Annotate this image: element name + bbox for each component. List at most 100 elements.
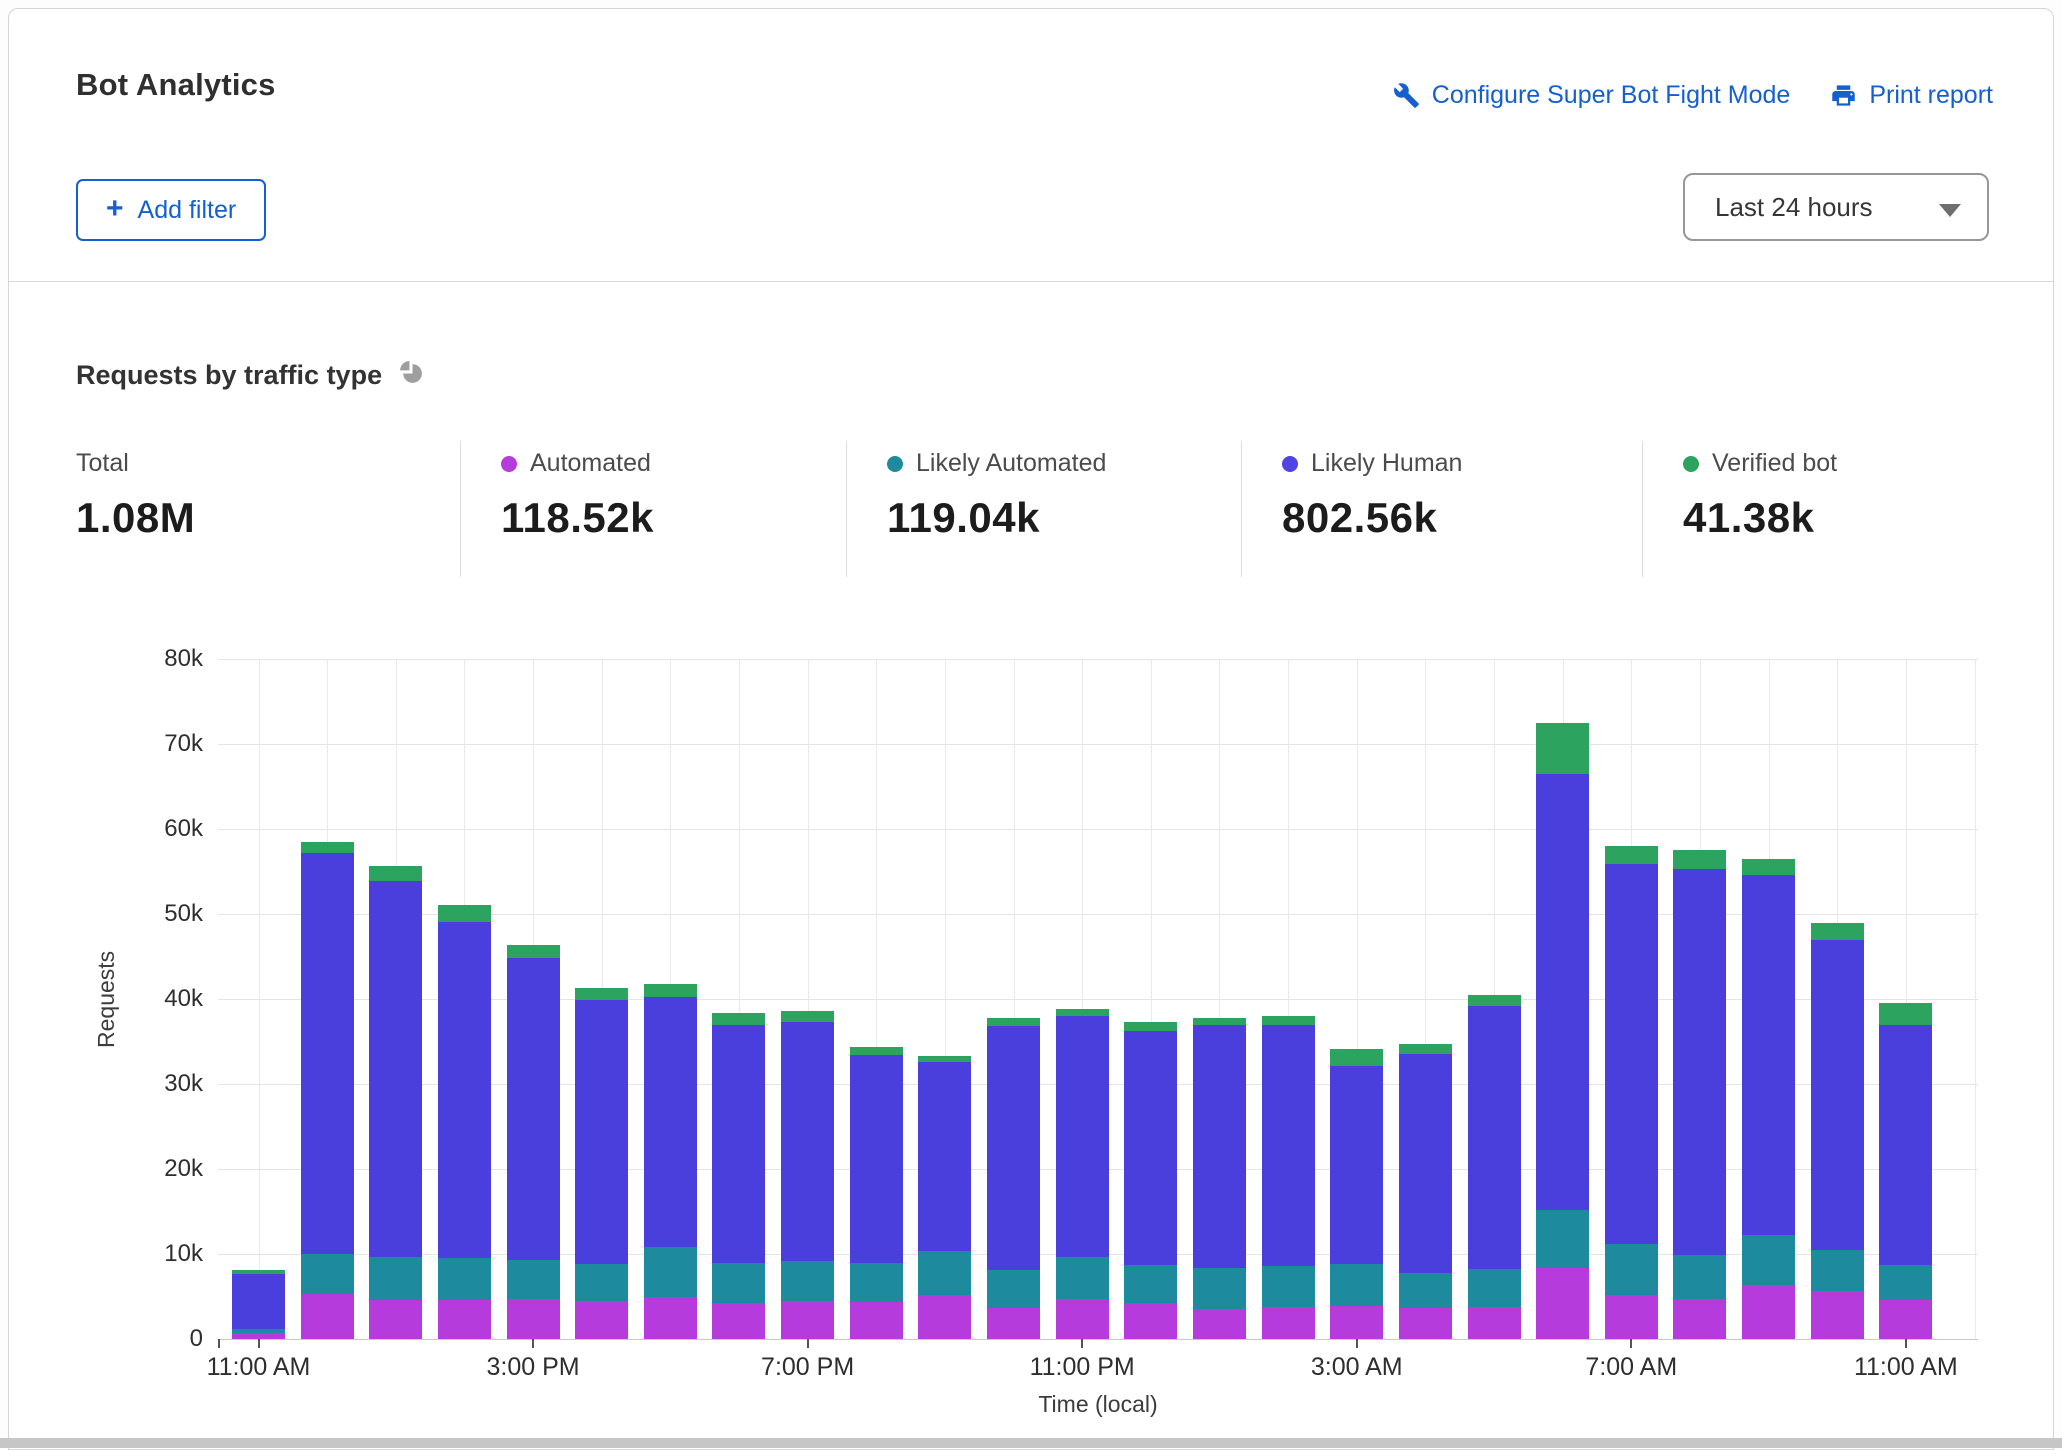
- bar-segment-automated[interactable]: [1124, 1303, 1177, 1339]
- bar-segment-likely-human[interactable]: [712, 1025, 765, 1263]
- bar-segment-likely-human[interactable]: [781, 1022, 834, 1261]
- bar-segment-automated[interactable]: [507, 1299, 560, 1339]
- bar-segment-likely-human[interactable]: [1673, 869, 1726, 1255]
- bar-segment-verified-bot[interactable]: [781, 1011, 834, 1022]
- bar-segment-automated[interactable]: [918, 1295, 971, 1339]
- bar-segment-likely-automated[interactable]: [1536, 1210, 1589, 1269]
- bar-segment-likely-human[interactable]: [438, 922, 491, 1259]
- bar-segment-automated[interactable]: [781, 1301, 834, 1339]
- bar-segment-automated[interactable]: [850, 1302, 903, 1339]
- bar-segment-automated[interactable]: [1056, 1299, 1109, 1339]
- bar-segment-likely-human[interactable]: [1605, 864, 1658, 1244]
- bar-segment-likely-human[interactable]: [918, 1062, 971, 1252]
- bar-segment-automated[interactable]: [987, 1308, 1040, 1339]
- bar-segment-likely-human[interactable]: [1262, 1025, 1315, 1266]
- bar-segment-likely-human[interactable]: [1056, 1016, 1109, 1257]
- bar-segment-verified-bot[interactable]: [1742, 859, 1795, 875]
- bar-segment-likely-human[interactable]: [1399, 1054, 1452, 1272]
- bar-segment-verified-bot[interactable]: [918, 1056, 971, 1062]
- bar-segment-likely-automated[interactable]: [1742, 1235, 1795, 1285]
- bar-segment-likely-automated[interactable]: [918, 1251, 971, 1294]
- stat-automated[interactable]: Automated 118.52k: [460, 441, 846, 577]
- bar-segment-likely-automated[interactable]: [781, 1261, 834, 1301]
- bar-segment-likely-automated[interactable]: [644, 1247, 697, 1297]
- bar-segment-likely-automated[interactable]: [1811, 1250, 1864, 1292]
- bar-segment-verified-bot[interactable]: [1605, 846, 1658, 864]
- bar-segment-automated[interactable]: [644, 1297, 697, 1339]
- bar-segment-automated[interactable]: [712, 1303, 765, 1339]
- bar-segment-likely-human[interactable]: [1193, 1025, 1246, 1267]
- bar-segment-likely-automated[interactable]: [1673, 1255, 1726, 1299]
- bar-segment-verified-bot[interactable]: [1399, 1044, 1452, 1054]
- bar-segment-likely-automated[interactable]: [987, 1270, 1040, 1308]
- bar-segment-verified-bot[interactable]: [232, 1270, 285, 1273]
- bar-segment-likely-automated[interactable]: [1193, 1268, 1246, 1310]
- bar-segment-automated[interactable]: [575, 1301, 628, 1339]
- bar-segment-likely-human[interactable]: [507, 958, 560, 1260]
- bar-segment-likely-automated[interactable]: [712, 1263, 765, 1304]
- bar-segment-likely-human[interactable]: [1330, 1066, 1383, 1264]
- stat-verified-bot[interactable]: Verified bot 41.38k: [1642, 441, 2022, 577]
- bar-segment-likely-automated[interactable]: [1056, 1257, 1109, 1299]
- bar-segment-verified-bot[interactable]: [438, 905, 491, 922]
- bar-segment-likely-automated[interactable]: [575, 1264, 628, 1301]
- bar-segment-verified-bot[interactable]: [1673, 850, 1726, 869]
- bar-segment-automated[interactable]: [369, 1300, 422, 1339]
- bar-segment-likely-human[interactable]: [232, 1274, 285, 1329]
- stat-likely-human[interactable]: Likely Human 802.56k: [1241, 441, 1642, 577]
- bar-segment-verified-bot[interactable]: [1330, 1049, 1383, 1066]
- bar-segment-verified-bot[interactable]: [850, 1047, 903, 1055]
- bar-segment-automated[interactable]: [1193, 1309, 1246, 1339]
- bar-segment-verified-bot[interactable]: [1879, 1003, 1932, 1024]
- bar-segment-verified-bot[interactable]: [507, 945, 560, 958]
- bar-segment-verified-bot[interactable]: [1193, 1018, 1246, 1026]
- bar-segment-automated[interactable]: [1605, 1295, 1658, 1339]
- bar-segment-likely-human[interactable]: [1124, 1031, 1177, 1265]
- bar-segment-automated[interactable]: [1399, 1308, 1452, 1339]
- bar-segment-automated[interactable]: [1262, 1307, 1315, 1339]
- bar-segment-verified-bot[interactable]: [301, 842, 354, 853]
- bar-segment-automated[interactable]: [1879, 1300, 1932, 1339]
- time-range-dropdown[interactable]: Last 24 hours: [1683, 173, 1989, 241]
- bar-segment-likely-human[interactable]: [987, 1026, 1040, 1270]
- add-filter-button[interactable]: + Add filter: [76, 179, 266, 241]
- bar-segment-likely-human[interactable]: [644, 997, 697, 1247]
- bar-segment-verified-bot[interactable]: [369, 866, 422, 880]
- bar-segment-likely-human[interactable]: [575, 1000, 628, 1264]
- bar-segment-likely-automated[interactable]: [1262, 1266, 1315, 1307]
- bar-segment-likely-automated[interactable]: [1468, 1269, 1521, 1306]
- bar-segment-automated[interactable]: [301, 1294, 354, 1339]
- bar-segment-automated[interactable]: [1330, 1306, 1383, 1339]
- bar-segment-likely-human[interactable]: [1468, 1006, 1521, 1270]
- bar-segment-verified-bot[interactable]: [575, 988, 628, 1000]
- bar-segment-automated[interactable]: [1536, 1268, 1589, 1339]
- bar-segment-likely-human[interactable]: [850, 1055, 903, 1263]
- bar-segment-verified-bot[interactable]: [1811, 923, 1864, 941]
- print-report-link[interactable]: Print report: [1830, 81, 1993, 110]
- bar-segment-likely-automated[interactable]: [438, 1258, 491, 1300]
- bar-segment-verified-bot[interactable]: [644, 984, 697, 998]
- bar-segment-likely-human[interactable]: [369, 881, 422, 1257]
- bar-segment-verified-bot[interactable]: [1468, 995, 1521, 1006]
- bar-segment-likely-automated[interactable]: [1124, 1265, 1177, 1303]
- bar-segment-automated[interactable]: [1468, 1307, 1521, 1339]
- bar-segment-verified-bot[interactable]: [1124, 1022, 1177, 1031]
- bar-segment-likely-automated[interactable]: [850, 1263, 903, 1302]
- bar-segment-verified-bot[interactable]: [1056, 1009, 1109, 1016]
- bar-segment-automated[interactable]: [1673, 1299, 1726, 1339]
- bar-segment-verified-bot[interactable]: [712, 1013, 765, 1025]
- bar-segment-verified-bot[interactable]: [1262, 1016, 1315, 1025]
- configure-super-bot-fight-mode-link[interactable]: Configure Super Bot Fight Mode: [1393, 81, 1791, 110]
- bar-segment-likely-human[interactable]: [301, 853, 354, 1254]
- bar-segment-likely-automated[interactable]: [232, 1329, 285, 1333]
- stat-likely-automated[interactable]: Likely Automated 119.04k: [846, 441, 1241, 577]
- bar-segment-likely-human[interactable]: [1811, 940, 1864, 1249]
- bar-segment-automated[interactable]: [1811, 1291, 1864, 1339]
- bar-segment-likely-automated[interactable]: [1879, 1265, 1932, 1300]
- bar-segment-likely-human[interactable]: [1879, 1025, 1932, 1266]
- bar-segment-likely-automated[interactable]: [1605, 1244, 1658, 1295]
- bar-segment-likely-automated[interactable]: [369, 1257, 422, 1300]
- bar-segment-likely-human[interactable]: [1742, 875, 1795, 1235]
- bar-segment-likely-human[interactable]: [1536, 774, 1589, 1210]
- bar-segment-automated[interactable]: [438, 1300, 491, 1339]
